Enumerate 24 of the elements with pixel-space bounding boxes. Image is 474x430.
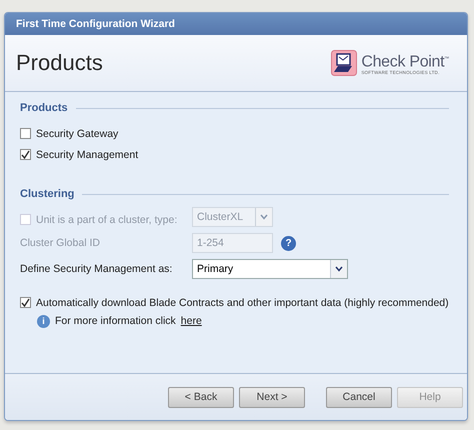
checkbox-label: Unit is a part of a cluster, type: <box>36 214 178 226</box>
field-label: Cluster Global ID <box>20 237 101 249</box>
info-icon: i <box>37 314 50 328</box>
checkbox-label: Security Management <box>36 148 138 160</box>
chevron-down-icon <box>335 266 343 272</box>
checkbox[interactable] <box>20 128 31 139</box>
section-title: Clustering <box>20 188 74 200</box>
wizard-button[interactable]: Next > <box>239 386 305 408</box>
checkbox[interactable] <box>20 297 31 308</box>
page-title: Products <box>16 50 103 76</box>
info-link[interactable]: here <box>180 315 202 327</box>
computer-logo-icon <box>331 50 358 76</box>
window-title: First Time Configuration Wizard <box>16 18 175 30</box>
wizard-button[interactable]: Cancel <box>326 386 392 408</box>
checkbox-label: Automatically download Blade Contracts and other important data (highly recommended) <box>36 296 449 308</box>
checkbox-label: Security Gateway <box>36 128 118 140</box>
chevron-down-icon <box>260 214 268 220</box>
info-text: For more information click <box>55 315 176 327</box>
section-title: Products <box>20 102 68 114</box>
management-role-dropdown[interactable]: Primary <box>192 259 348 279</box>
field-label: Define Security Management as: <box>20 263 174 275</box>
logo-wordmark: Check Point$^{™}$ <box>361 52 449 70</box>
checkbox[interactable] <box>20 149 31 160</box>
wizard-button[interactable]: < Back <box>168 386 234 408</box>
